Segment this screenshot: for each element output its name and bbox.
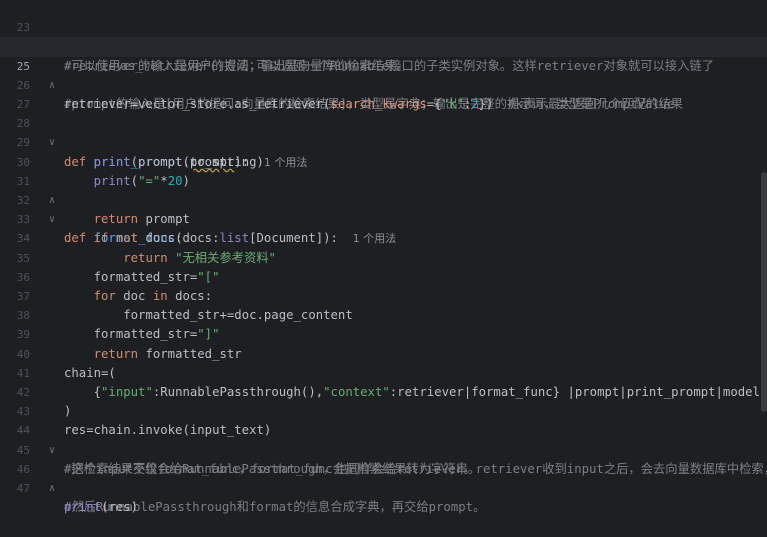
code-line[interactable]: 27 bbox=[0, 76, 767, 111]
code-line-current[interactable]: 25 ∧ #prompt的输入是[用户的提问:向量库的检索结果]，类型是字典；输… bbox=[0, 37, 767, 111]
code-line[interactable]: 41 {"input":RunnablePassthrough(),"conte… bbox=[0, 345, 767, 399]
code-editor[interactable]: 23 ∨ #可以使用as_retriever()方法,可以返回一个Runnabl… bbox=[0, 0, 767, 514]
code-line[interactable]: 42 ) bbox=[0, 364, 767, 418]
fold-end-icon[interactable]: ∧ bbox=[49, 479, 55, 498]
code-line[interactable]: 30 print("="*20) bbox=[0, 133, 767, 188]
code-line[interactable]: 40 chain=( bbox=[0, 325, 767, 380]
code-line[interactable]: 24 #retriever的输入是用户的提问；输出是向量库的检索结果。 bbox=[0, 18, 767, 72]
code-line[interactable]: 45 #把检索结果交给format_func，format_func会把检索结果… bbox=[0, 421, 767, 476]
code-line[interactable]: 43 res=chain.invoke(input_text) bbox=[0, 383, 767, 437]
code-line[interactable]: 39 return formatted_str bbox=[0, 306, 767, 360]
code-line[interactable]: 44 ∨ #这个input不仅会给RunnablePassthrough，也同样… bbox=[0, 402, 767, 475]
code-line[interactable]: 46 ∧ #然后RunnablePassthrough和format的信息合成字… bbox=[0, 441, 767, 514]
code-line[interactable]: 31 ∧ return prompt bbox=[0, 153, 767, 226]
code-line[interactable]: 28 ∨ def print_prompt(prompt): 1 个用法 bbox=[0, 95, 767, 168]
code-line[interactable]: 29 print(prompt.to_string) bbox=[0, 114, 767, 168]
vertical-scrollbar[interactable] bbox=[761, 172, 767, 412]
code-line[interactable]: 47 print(res) bbox=[0, 460, 767, 514]
code-line[interactable]: 33 if not docs: bbox=[0, 191, 767, 245]
builtin: print bbox=[64, 500, 102, 515]
code-text: (res) bbox=[101, 500, 139, 515]
code-line[interactable]: 35 formatted_str="[" bbox=[0, 229, 767, 284]
code-line[interactable]: 23 ∨ #可以使用as_retriever()方法,可以返回一个Runnabl… bbox=[0, 0, 767, 72]
code-line[interactable]: 34 return "无相关参考资料" bbox=[0, 210, 767, 264]
code-line[interactable]: 37 formatted_str+=doc.page_content bbox=[0, 268, 767, 322]
code-line[interactable]: 26 retriever=vector_store.as_retriever(s… bbox=[0, 57, 767, 111]
code-line[interactable]: 38 formatted_str="]" bbox=[0, 287, 767, 341]
code-line[interactable]: 32 ∨ def format_func(docs:list[Document]… bbox=[0, 172, 767, 245]
code-line[interactable]: 36 for doc in docs: bbox=[0, 249, 767, 303]
line-number: 47 bbox=[16, 482, 30, 495]
